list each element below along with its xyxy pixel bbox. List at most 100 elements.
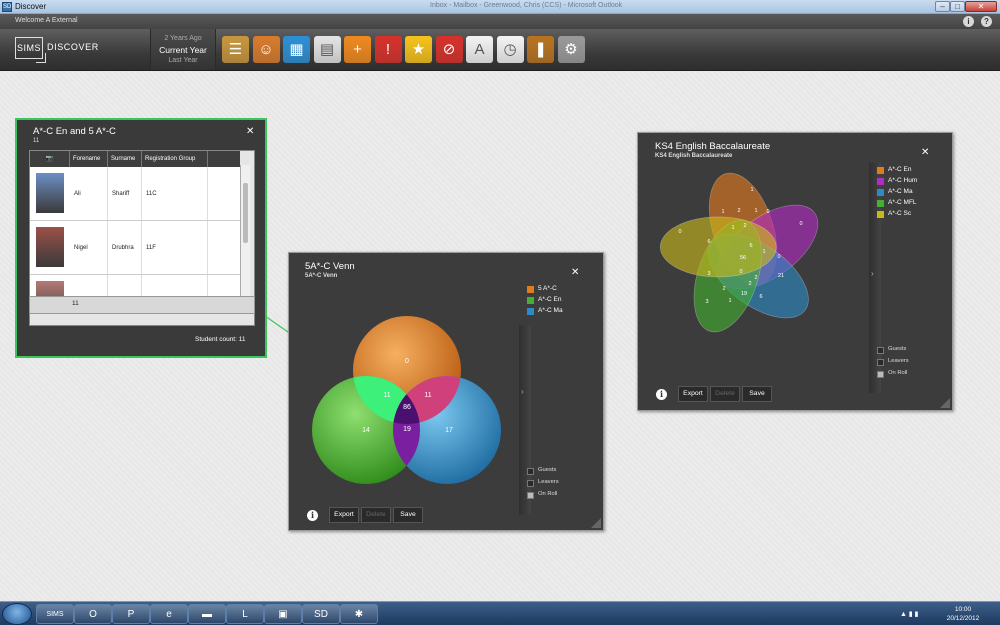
filter-leavers[interactable]: Leavers [527,479,587,489]
ks4-delete-button[interactable]: Delete [710,386,740,402]
venn-resize-handle[interactable] [591,518,601,528]
venn-info-icon[interactable]: i [307,510,318,521]
ks4-region-value: 0 [799,221,802,227]
year-option-2-years-ago[interactable]: 2 Years Ago [151,35,215,42]
help-icon[interactable]: ? [981,16,992,27]
ks4-region-value: 1 [750,187,753,193]
taskbar-ie[interactable]: e [150,604,188,624]
table-row[interactable]: Nigel Drubhra 11F [30,221,240,275]
table-scrollbar[interactable] [240,165,250,313]
ks4-region-value: 1 [721,209,724,215]
filter-checkbox[interactable] [527,492,534,499]
student-list-panel[interactable]: A*-C En and 5 A*-C 11 ✕ 📷 Forename Surna… [15,118,267,358]
venn-panel[interactable]: 5A*-C Venn 5A*-C Venn ✕ 0 14 17 11 11 19… [288,252,604,531]
document-text-icon: A [474,41,485,58]
ks4-resize-handle[interactable] [940,398,950,408]
legend-item[interactable]: A*-C Sc [877,210,957,220]
ks4-panel[interactable]: KS4 English Baccalaureate KS4 English Ba… [637,132,953,411]
venn-save-button[interactable]: Save [393,507,423,523]
taskbar-sims-label: SIMS [46,611,64,618]
photo-column-header[interactable]: 📷 [30,151,70,167]
taskbar-remote[interactable]: ▣ [264,604,302,624]
calendar-button[interactable]: ▤ [313,36,341,63]
ks4-info-icon[interactable]: i [656,389,667,400]
filter-label: Guests [888,346,907,352]
filter-on-roll[interactable]: On Roll [527,491,587,501]
legend-item[interactable]: A*-C Ma [877,188,957,198]
student-panel-title: A*-C En and 5 A*-C [33,126,116,137]
venn-export-button[interactable]: Export [329,507,359,523]
filter-checkbox[interactable] [527,480,534,487]
filter-checkbox[interactable] [877,359,884,366]
add-circle-button[interactable]: + [344,36,371,63]
legend-item[interactable]: A*-C En [877,166,957,176]
filter-guests[interactable]: Guests [527,467,587,477]
taskbar-sims[interactable]: SIMS [36,604,74,624]
book-button[interactable]: ❚ [527,36,554,63]
groups-grid-button[interactable]: ▦ [283,36,310,63]
student-card-button[interactable]: ☺ [252,36,280,63]
collapse-chevron-icon[interactable]: › [871,269,874,278]
no-entry-button[interactable]: ⊘ [435,36,463,63]
surname-column-header[interactable]: Surname [108,151,142,167]
venn-panel-close-button[interactable]: ✕ [571,267,579,278]
year-option-current[interactable]: Current Year [151,45,215,55]
forename-column-header[interactable]: Forename [70,151,108,167]
ks4-save-button[interactable]: Save [742,386,772,402]
legend-item[interactable]: A*-C Hum [877,177,957,187]
cell-forename: Nigel [70,221,108,274]
year-option-last-year[interactable]: Last Year [151,57,215,64]
contacts-book-button[interactable]: ☰ [222,36,249,63]
legend-item[interactable]: A*-C Ma [527,307,607,317]
contacts-book-icon: ☰ [228,41,243,58]
registration-group-column-header[interactable]: Registration Group [142,151,208,167]
info-icon[interactable]: i [963,16,974,27]
taskbar-discover[interactable]: SD [302,604,340,624]
legend-item[interactable]: A*-C MFL [877,199,957,209]
student-panel-subtitle: 11 [33,138,40,144]
system-tray-icons[interactable]: ▲ ▮ ▮ [900,610,934,618]
venn-label-5ac-en: 11 [383,392,390,399]
filter-guests[interactable]: Guests [877,346,937,356]
filter-checkbox[interactable] [877,347,884,354]
report-clock-button[interactable]: ◷ [496,36,524,63]
filter-checkbox[interactable] [877,371,884,378]
gear-button[interactable]: ⚙ [557,36,585,63]
minimize-button[interactable]: – [935,1,950,12]
venn-label-only-en: 14 [362,427,370,434]
star-button[interactable]: ★ [405,36,432,63]
table-body: AliShariff11CNigelDrubhra11FMollieJones1… [30,167,240,313]
legend-item[interactable]: A*-C En [527,296,607,306]
document-text-button[interactable]: A [466,36,493,63]
alert-flag-button[interactable]: ! [374,36,402,63]
legend-item[interactable]: 5 A*-C [527,285,607,295]
legend-label: A*-C En [538,296,562,303]
gear-icon: ⚙ [564,41,578,58]
scrollbar-thumb[interactable] [243,183,248,243]
welcome-bar: Welcome A External i ? [0,14,1000,29]
ks4-panel-close-button[interactable]: ✕ [921,147,929,158]
maximize-button[interactable]: □ [950,1,965,12]
taskbar-powerpoint[interactable]: P [112,604,150,624]
venn-filters: Guests Leavers On Roll [527,467,597,507]
filter-checkbox[interactable] [527,468,534,475]
filter-on-roll[interactable]: On Roll [877,370,937,380]
student-panel-close-button[interactable]: ✕ [246,126,254,137]
ks4-region-value: 56 [740,255,746,261]
close-window-button[interactable]: ✕ [965,1,997,12]
filter-leavers[interactable]: Leavers [877,358,937,368]
venn-delete-button[interactable]: Delete [361,507,391,523]
table-row[interactable]: Ali Shariff 11C [30,167,240,221]
legend-swatch [527,286,534,293]
ks4-export-button[interactable]: Export [678,386,708,402]
taskbar-app[interactable]: ✱ [340,604,378,624]
taskbar-lync[interactable]: L [226,604,264,624]
taskbar-explorer[interactable]: ▬ [188,604,226,624]
student-photo [36,173,64,213]
taskbar-outlook[interactable]: O [74,604,112,624]
collapse-chevron-icon[interactable]: › [521,387,524,396]
year-selector[interactable]: 2 Years Ago Current Year Last Year [150,29,216,70]
petal-a-c-sc[interactable] [659,216,777,278]
start-button-icon[interactable] [2,603,32,625]
taskbar-clock[interactable]: 10:00 20/12/2012 [938,605,988,623]
